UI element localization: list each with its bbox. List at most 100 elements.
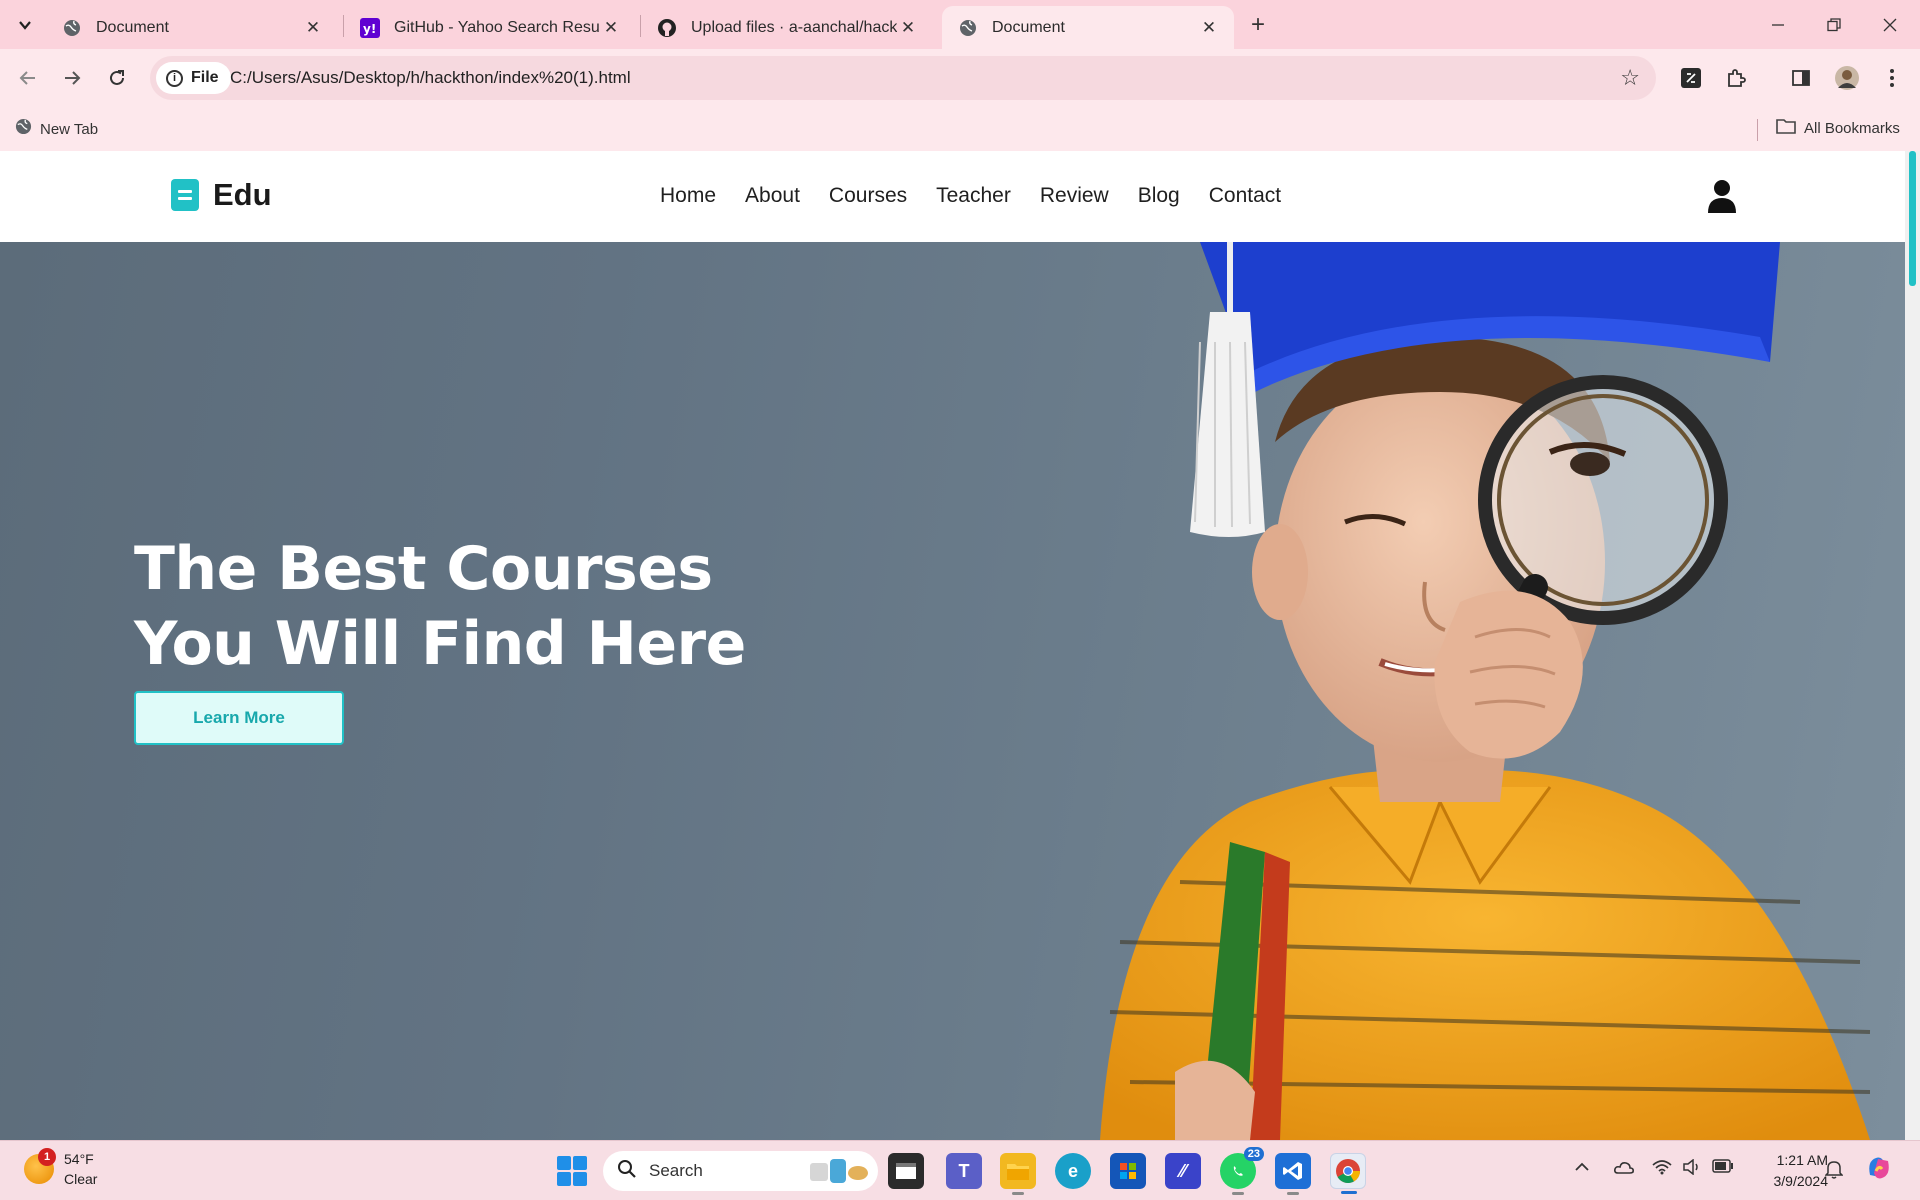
globe-icon bbox=[958, 18, 978, 38]
chrome-icon[interactable] bbox=[1330, 1153, 1366, 1194]
user-icon[interactable] bbox=[1706, 179, 1738, 213]
running-indicator bbox=[1232, 1192, 1244, 1195]
tab-strip: Document ✕ y! GitHub - Yahoo Search Resu… bbox=[0, 0, 1920, 49]
running-indicator bbox=[1287, 1192, 1299, 1195]
hero-section: The Best Courses You Will Find Here Lear… bbox=[0, 242, 1905, 1140]
main-nav: Home About Courses Teacher Review Blog C… bbox=[660, 184, 1310, 208]
close-tab-icon[interactable]: ✕ bbox=[1198, 17, 1220, 39]
restore-icon bbox=[1827, 17, 1841, 31]
info-icon: i bbox=[166, 69, 183, 87]
nav-link-courses[interactable]: Courses bbox=[829, 184, 907, 208]
hero-title-line: The Best Courses bbox=[134, 534, 713, 604]
notification-bell-icon[interactable] bbox=[1824, 1159, 1844, 1184]
browser-tab[interactable]: Upload files · a-aanchal/hackath ✕ bbox=[641, 6, 933, 49]
tab-title: Document bbox=[96, 18, 169, 36]
edge-icon[interactable]: e bbox=[1055, 1153, 1091, 1189]
copilot-icon[interactable] bbox=[1864, 1153, 1894, 1188]
nav-link-review[interactable]: Review bbox=[1040, 184, 1109, 208]
folder-icon bbox=[1776, 118, 1796, 139]
weather-alert-badge: 1 bbox=[38, 1148, 56, 1166]
show-hidden-icons-chevron[interactable] bbox=[1574, 1159, 1590, 1180]
chevron-down-icon bbox=[18, 20, 31, 30]
all-bookmarks-button[interactable]: All Bookmarks bbox=[1776, 118, 1900, 139]
whatsapp-icon[interactable]: 23 bbox=[1220, 1147, 1264, 1195]
browser-tab-active[interactable]: Document ✕ bbox=[942, 6, 1234, 49]
address-bar[interactable]: i File C:/Users/Asus/Desktop/h/hackthon/… bbox=[150, 56, 1656, 100]
weather-text: 54°F Clear bbox=[64, 1149, 97, 1189]
weather-widget[interactable]: 1 54°F Clear bbox=[24, 1148, 97, 1189]
weather-sun-icon: 1 bbox=[24, 1148, 56, 1184]
menu-kebab-icon[interactable] bbox=[1877, 63, 1907, 93]
brand-name: Edu bbox=[213, 177, 272, 212]
onedrive-icon[interactable] bbox=[1613, 1159, 1635, 1180]
url-text[interactable]: C:/Users/Asus/Desktop/h/hackthon/index%2… bbox=[230, 68, 631, 88]
search-highlight-icon bbox=[810, 1159, 868, 1183]
windows-start-icon[interactable] bbox=[557, 1156, 587, 1186]
github-icon bbox=[657, 18, 677, 38]
site-logo[interactable]: Edu bbox=[171, 177, 272, 213]
globe-icon bbox=[15, 118, 32, 140]
volume-icon[interactable] bbox=[1682, 1158, 1702, 1180]
new-tab-button[interactable]: + bbox=[1244, 11, 1272, 39]
task-view-icon[interactable] bbox=[888, 1153, 924, 1189]
profile-avatar[interactable] bbox=[1832, 63, 1862, 93]
tab-title: GitHub - Yahoo Search Results bbox=[394, 18, 600, 36]
browser-toolbar: i File C:/Users/Asus/Desktop/h/hackthon/… bbox=[0, 49, 1920, 109]
arrow-left-icon bbox=[19, 71, 35, 85]
system-clock[interactable]: 1:21 AM 3/9/2024 bbox=[1748, 1150, 1829, 1192]
active-indicator bbox=[1341, 1191, 1357, 1194]
nav-link-home[interactable]: Home bbox=[660, 184, 716, 208]
side-panel-icon[interactable] bbox=[1786, 63, 1816, 93]
store-icon[interactable] bbox=[1110, 1153, 1146, 1189]
reload-button[interactable] bbox=[102, 63, 132, 93]
close-tab-icon[interactable]: ✕ bbox=[897, 17, 919, 39]
svg-text:y!: y! bbox=[363, 22, 376, 36]
bookmark-star-icon[interactable]: ☆ bbox=[1620, 65, 1640, 91]
all-bookmarks-label: All Bookmarks bbox=[1804, 120, 1900, 137]
reload-icon bbox=[110, 70, 124, 85]
nav-link-about[interactable]: About bbox=[745, 184, 800, 208]
nav-link-blog[interactable]: Blog bbox=[1138, 184, 1180, 208]
scheme-label: File bbox=[191, 69, 219, 86]
browser-tab[interactable]: y! GitHub - Yahoo Search Results ✕ bbox=[344, 6, 636, 49]
puzzle-icon[interactable] bbox=[1721, 63, 1751, 93]
forward-button[interactable] bbox=[57, 63, 87, 93]
restore-button[interactable] bbox=[1806, 0, 1862, 49]
whatsapp-badge: 23 bbox=[1243, 1147, 1264, 1161]
code-editor-app-icon[interactable]: ⁄⁄ bbox=[1165, 1153, 1201, 1189]
learn-more-button[interactable]: Learn More bbox=[134, 691, 344, 745]
back-button[interactable] bbox=[13, 63, 43, 93]
battery-icon[interactable] bbox=[1712, 1159, 1734, 1178]
close-tab-icon[interactable]: ✕ bbox=[302, 17, 324, 39]
scrollbar-thumb[interactable] bbox=[1909, 151, 1916, 286]
close-window-button[interactable] bbox=[1862, 0, 1918, 49]
hero-title-line: You Will Find Here bbox=[134, 609, 746, 679]
site-info-chip[interactable]: i File bbox=[156, 62, 231, 94]
close-icon bbox=[1883, 18, 1897, 31]
arrow-right-icon bbox=[65, 71, 81, 85]
extension-icon[interactable] bbox=[1676, 63, 1706, 93]
bookmarks-divider bbox=[1757, 119, 1758, 141]
nav-link-teacher[interactable]: Teacher bbox=[936, 184, 1011, 208]
file-explorer-icon[interactable] bbox=[1000, 1153, 1036, 1195]
hero-image bbox=[1100, 242, 1871, 1140]
page-scrollbar[interactable] bbox=[1905, 151, 1920, 1140]
site-header: Edu Home About Courses Teacher Review Bl… bbox=[0, 151, 1905, 242]
clock-date: 3/9/2024 bbox=[1773, 1173, 1829, 1189]
wifi-icon[interactable] bbox=[1652, 1159, 1672, 1180]
clock-time: 1:21 AM bbox=[1776, 1152, 1828, 1168]
nav-link-contact[interactable]: Contact bbox=[1209, 184, 1281, 208]
browser-tab[interactable]: Document ✕ bbox=[46, 6, 338, 49]
tab-title: Document bbox=[992, 18, 1065, 36]
bookmark-new-tab[interactable]: New Tab bbox=[15, 118, 98, 140]
minimize-button[interactable] bbox=[1750, 0, 1806, 49]
teams-icon[interactable]: T bbox=[946, 1153, 982, 1189]
tab-search-button[interactable] bbox=[11, 11, 38, 38]
vscode-icon[interactable] bbox=[1275, 1153, 1311, 1195]
globe-icon bbox=[62, 18, 82, 38]
yahoo-icon: y! bbox=[360, 17, 380, 38]
running-indicator bbox=[1012, 1192, 1024, 1195]
close-tab-icon[interactable]: ✕ bbox=[600, 17, 622, 39]
bookmarks-bar: New Tab All Bookmarks bbox=[0, 109, 1920, 151]
taskbar-search[interactable]: Search bbox=[603, 1151, 878, 1191]
